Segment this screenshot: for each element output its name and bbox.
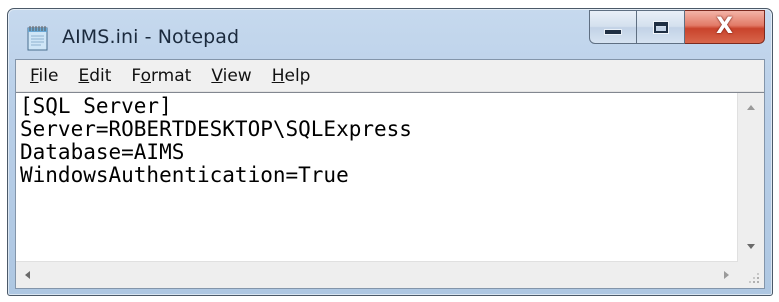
- client-area: File Edit Format View Help [SQL Server] S…: [15, 59, 765, 289]
- close-icon: X: [716, 14, 733, 39]
- maximize-button[interactable]: [637, 10, 685, 44]
- menu-edit-label: dit: [89, 65, 112, 86]
- document-text[interactable]: [SQL Server] Server=ROBERTDESKTOP\SQLExpr…: [20, 95, 734, 262]
- menu-format-accelerator: o: [140, 65, 151, 86]
- menu-format[interactable]: Format: [121, 62, 201, 90]
- document-line: WindowsAuthentication=True: [20, 163, 349, 187]
- window-title: AIMS.ini - Notepad: [62, 26, 240, 48]
- horizontal-scrollbar[interactable]: [16, 261, 738, 288]
- caption-buttons: X: [589, 10, 765, 44]
- menu-view-accelerator: V: [211, 65, 223, 86]
- maximize-icon: [653, 21, 668, 33]
- menu-help[interactable]: Help: [262, 62, 321, 90]
- menu-view-label: iew: [222, 65, 252, 86]
- menu-help-label: elp: [284, 65, 311, 86]
- menu-format-label: rmat: [150, 65, 192, 86]
- vertical-scrollbar[interactable]: [737, 93, 764, 262]
- document-line: Server=ROBERTDESKTOP\SQLExpress: [20, 117, 412, 141]
- resize-grip[interactable]: [738, 262, 764, 288]
- menu-file[interactable]: File: [20, 62, 68, 90]
- scroll-up-icon[interactable]: [747, 105, 755, 110]
- menu-file-accelerator: F: [30, 65, 39, 86]
- document-line: [SQL Server]: [20, 95, 172, 118]
- close-button[interactable]: X: [685, 10, 765, 44]
- title-bar[interactable]: AIMS.ini - Notepad X: [8, 9, 772, 59]
- menu-view[interactable]: View: [201, 62, 261, 90]
- notepad-icon: [27, 26, 48, 51]
- menu-format-label-pre: F: [131, 65, 141, 86]
- minimize-icon: [604, 29, 622, 35]
- menu-bar: File Edit Format View Help: [16, 60, 764, 92]
- menu-file-label: ile: [38, 65, 59, 86]
- menu-edit[interactable]: Edit: [68, 62, 121, 90]
- document-line: Database=AIMS: [20, 140, 185, 164]
- minimize-button[interactable]: [589, 10, 637, 44]
- scroll-down-icon[interactable]: [747, 244, 755, 249]
- scroll-right-icon[interactable]: [724, 271, 729, 279]
- menu-help-accelerator: H: [271, 65, 285, 86]
- text-editor[interactable]: [SQL Server] Server=ROBERTDESKTOP\SQLExpr…: [16, 92, 764, 288]
- scroll-left-icon[interactable]: [25, 271, 30, 279]
- menu-edit-accelerator: E: [78, 65, 90, 86]
- resize-grip-icon: [749, 273, 759, 283]
- notepad-window: AIMS.ini - Notepad X File Edit Format Vi…: [7, 8, 773, 296]
